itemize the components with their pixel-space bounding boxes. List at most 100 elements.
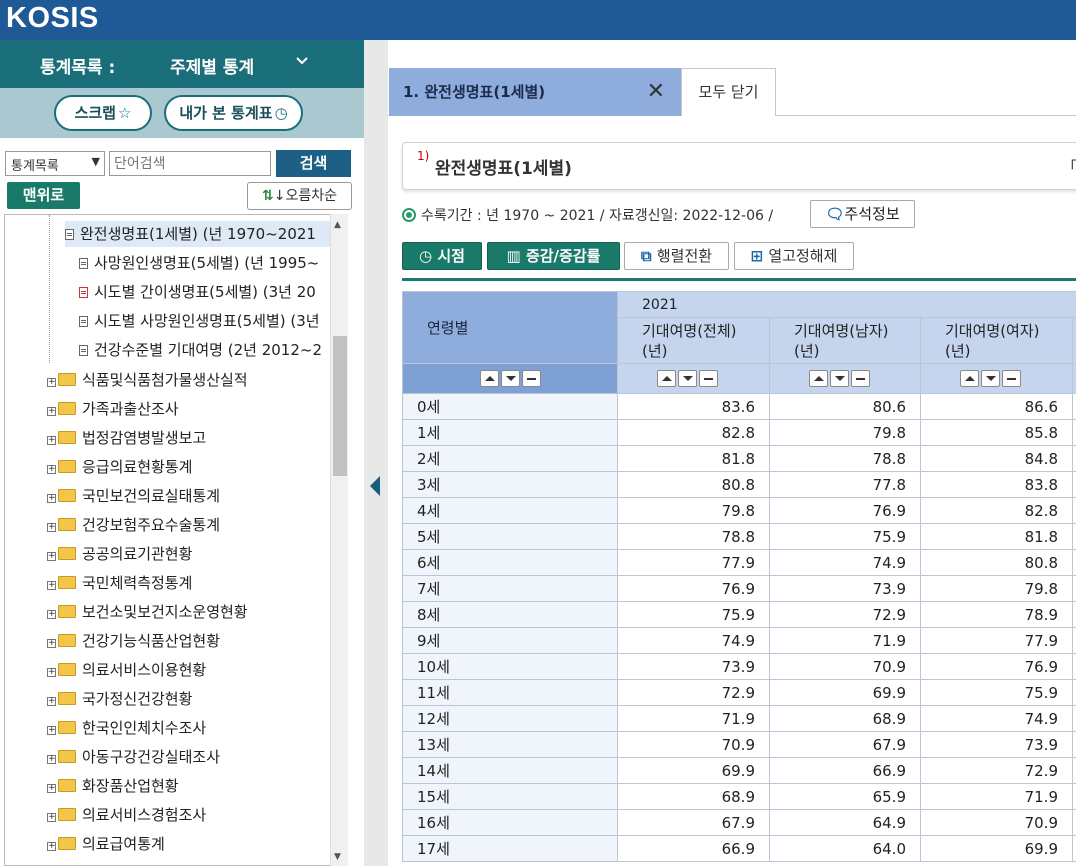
table-cell[interactable]: 71.9 (769, 627, 921, 654)
tree-folder-item[interactable]: + 아동구강건강실태조사 (47, 744, 220, 770)
expand-icon[interactable]: + (47, 407, 56, 416)
table-cell[interactable]: 75.9 (920, 679, 1073, 706)
close-all-tabs-button[interactable]: 모두 닫기 (681, 68, 776, 116)
tree-table-item[interactable]: 건강수준별 기대여명 (2년 2012~2 (79, 337, 322, 363)
table-cell[interactable]: 79.8 (920, 575, 1073, 602)
tree-folder-item[interactable]: + 건강보험주요수술통계 (47, 512, 220, 538)
sort-up-icon[interactable] (479, 370, 499, 387)
table-cell[interactable]: 74.9 (920, 705, 1073, 732)
tree-folder-item[interactable]: + 건강기능식품산업현황 (47, 628, 220, 654)
expand-icon[interactable]: + (47, 378, 56, 387)
tree-folder-item[interactable]: + 가족과출산조사 (47, 396, 179, 422)
table-cell[interactable]: 77.9 (617, 549, 770, 576)
table-cell[interactable]: 82.8 (920, 497, 1073, 524)
table-cell[interactable]: 69.9 (617, 757, 770, 784)
expand-icon[interactable]: + (47, 726, 56, 735)
table-cell[interactable]: 78.9 (920, 601, 1073, 628)
table-cell[interactable]: 78.8 (617, 523, 770, 550)
sort-up-icon[interactable] (960, 370, 979, 387)
table-cell[interactable]: 78.8 (769, 445, 921, 472)
unfreeze-columns-button[interactable]: ⊞ 열고정해제 (734, 242, 854, 270)
sort-down-icon[interactable] (830, 370, 849, 387)
expand-icon[interactable]: + (47, 436, 56, 445)
search-scope-select[interactable]: 통계목록 ▼ (5, 151, 105, 176)
tree-folder-item[interactable]: + 한국인인체치수조사 (47, 715, 206, 741)
table-cell[interactable]: 83.6 (617, 393, 770, 420)
scrap-button[interactable]: 스크랩 ☆ (54, 95, 152, 131)
table-cell[interactable]: 66.9 (617, 835, 770, 862)
tree-folder-item[interactable]: + 보건소및보건지소운영현황 (47, 599, 248, 625)
table-cell[interactable]: 64.9 (769, 809, 921, 836)
expand-icon[interactable]: + (47, 494, 56, 503)
table-cell[interactable]: 74.9 (769, 549, 921, 576)
tree-folder-item[interactable]: + 의료서비스경험조사 (47, 802, 206, 828)
table-cell[interactable]: 65.9 (769, 783, 921, 810)
tree-scrollbar-thumb[interactable] (333, 336, 347, 476)
expand-icon[interactable]: + (47, 523, 56, 532)
table-cell[interactable]: 81.8 (617, 445, 770, 472)
expand-icon[interactable]: + (47, 813, 56, 822)
table-cell[interactable]: 66.9 (769, 757, 921, 784)
sort-ascending-button[interactable]: ⇅↓오름차순 (247, 182, 352, 210)
remove-icon[interactable] (1002, 370, 1021, 387)
expand-icon[interactable]: + (47, 668, 56, 677)
table-cell[interactable]: 70.9 (769, 653, 921, 680)
tree-scrollbar[interactable] (330, 214, 348, 866)
table-cell[interactable]: 64.0 (769, 835, 921, 862)
scroll-up-icon[interactable]: ▲ (334, 220, 341, 230)
table-cell[interactable]: 68.9 (769, 705, 921, 732)
table-cell[interactable]: 67.9 (769, 731, 921, 758)
tree-folder-item[interactable]: + 의료서비스이용현황 (47, 657, 206, 683)
table-cell[interactable]: 80.6 (769, 393, 921, 420)
table-cell[interactable]: 85.8 (920, 419, 1073, 446)
timepoint-button[interactable]: ◷ 시점 (402, 242, 482, 270)
close-icon[interactable]: ✕ (647, 68, 665, 116)
tree-folder-item[interactable]: + 법정감염병발생보고 (47, 425, 206, 451)
sidebar-collapse-handle[interactable] (364, 40, 388, 866)
expand-icon[interactable]: + (47, 697, 56, 706)
table-cell[interactable]: 79.8 (617, 497, 770, 524)
table-cell[interactable]: 77.8 (769, 471, 921, 498)
remove-icon[interactable] (851, 370, 870, 387)
change-rate-button[interactable]: ▥ 증감/증감률 (487, 242, 620, 270)
tree-folder-item[interactable]: + 식품및식품첨가물생산실적 (47, 367, 248, 393)
table-cell[interactable]: 72.9 (617, 679, 770, 706)
table-cell[interactable]: 70.9 (617, 731, 770, 758)
history-button[interactable]: 내가 본 통계표 ◷ (164, 95, 303, 131)
tree-folder-item[interactable]: + 국가정신건강현황 (47, 686, 192, 712)
table-cell[interactable]: 75.9 (769, 523, 921, 550)
table-cell[interactable]: 76.9 (617, 575, 770, 602)
table-cell[interactable]: 72.9 (769, 601, 921, 628)
table-cell[interactable]: 77.9 (920, 627, 1073, 654)
tree-table-item[interactable]: 시도별 사망원인생명표(5세별) (3년 (79, 308, 320, 334)
table-cell[interactable]: 80.8 (617, 471, 770, 498)
table-cell[interactable]: 76.9 (769, 497, 921, 524)
table-cell[interactable]: 75.9 (617, 601, 770, 628)
sort-up-icon[interactable] (809, 370, 828, 387)
expand-icon[interactable]: + (47, 581, 56, 590)
expand-icon[interactable]: + (47, 755, 56, 764)
tree-table-item[interactable]: 사망원인생명표(5세별) (년 1995~ (79, 250, 319, 276)
tree-folder-item[interactable]: + 응급의료현황통계 (47, 454, 192, 480)
table-cell[interactable]: 72.9 (920, 757, 1073, 784)
table-cell[interactable]: 79.8 (769, 419, 921, 446)
scroll-down-icon[interactable]: ▼ (334, 852, 341, 862)
table-cell[interactable]: 76.9 (920, 653, 1073, 680)
expand-icon[interactable]: + (47, 784, 56, 793)
expand-icon[interactable]: + (47, 552, 56, 561)
tree-table-item[interactable]: 시도별 간이생명표(5세별) (3년 20 (79, 279, 316, 305)
expand-icon[interactable]: + (47, 610, 56, 619)
table-cell[interactable]: 83.8 (920, 471, 1073, 498)
keyword-search-input[interactable] (109, 151, 271, 176)
table-cell[interactable]: 73.9 (769, 575, 921, 602)
tree-folder-item[interactable]: + 화장품산업현황 (47, 773, 179, 799)
sort-down-icon[interactable] (500, 370, 520, 387)
tree-table-item[interactable]: 완전생명표(1세별) (년 1970~2021 (65, 221, 335, 247)
tree-folder-item[interactable]: + 국민체력측정통계 (47, 570, 192, 596)
chevron-down-icon[interactable] (296, 53, 308, 69)
table-cell[interactable]: 74.9 (617, 627, 770, 654)
table-cell[interactable]: 84.8 (920, 445, 1073, 472)
expand-icon[interactable]: + (47, 842, 56, 851)
table-cell[interactable]: 70.9 (920, 809, 1073, 836)
kosis-logo[interactable]: KOSIS (6, 2, 99, 35)
